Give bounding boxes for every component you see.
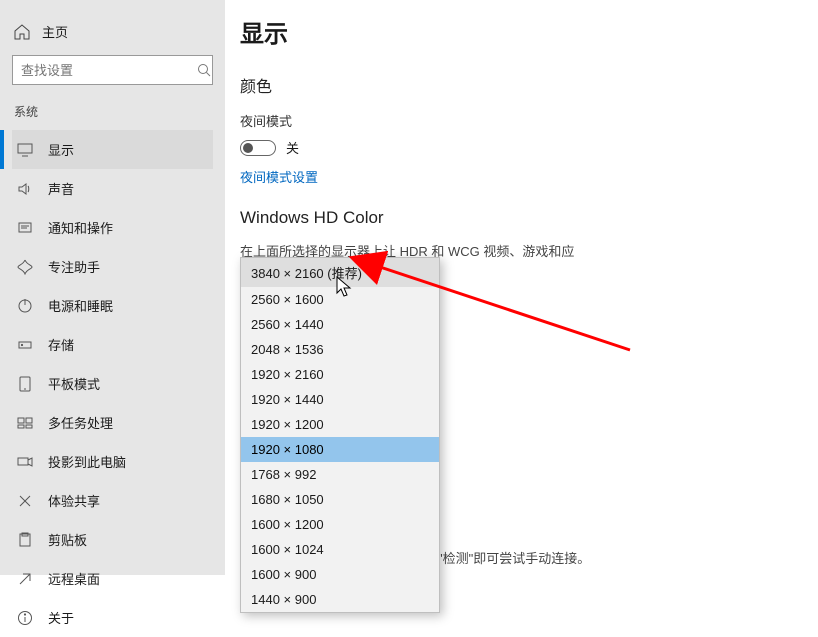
power-icon [16,297,34,315]
color-heading: 颜色 [240,73,810,97]
sidebar-item-monitor[interactable]: 显示 [12,130,213,169]
night-mode-settings-link[interactable]: 夜间模式设置 [240,167,318,186]
sidebar-item-power[interactable]: 电源和睡眠 [12,286,213,325]
sidebar-item-label: 体验共享 [48,491,100,510]
sidebar-item-tablet[interactable]: 平板模式 [12,364,213,403]
focus-icon [16,258,34,276]
resolution-option[interactable]: 2560 × 1600 [241,287,439,312]
night-mode-label: 夜间模式 [240,111,810,130]
resolution-option[interactable]: 2048 × 1536 [241,337,439,362]
multitask-icon [16,414,34,432]
search-settings-box[interactable] [12,55,213,85]
sidebar-item-project[interactable]: 投影到此电脑 [12,442,213,481]
sidebar-item-label: 远程桌面 [48,569,100,588]
detect-hint-text: "检测"即可尝试手动连接。 [438,548,590,567]
sidebar-item-label: 平板模式 [48,374,100,393]
night-mode-state: 关 [286,138,299,157]
tablet-icon [16,375,34,393]
sidebar-item-notify[interactable]: 通知和操作 [12,208,213,247]
sound-icon [16,180,34,198]
resolution-option[interactable]: 1920 × 1080 [241,437,439,462]
clipboard-icon [16,531,34,549]
home-icon [14,24,30,40]
resolution-option[interactable]: 2560 × 1440 [241,312,439,337]
sidebar-item-label: 电源和睡眠 [48,296,113,315]
sidebar-item-label: 专注助手 [48,257,100,276]
resolution-option[interactable]: 1680 × 1050 [241,487,439,512]
notify-icon [16,219,34,237]
search-icon [197,63,211,77]
hdcolor-heading: Windows HD Color [240,208,810,228]
resolution-option[interactable]: 1920 × 2160 [241,362,439,387]
project-icon [16,453,34,471]
sidebar-item-sound[interactable]: 声音 [12,169,213,208]
search-input[interactable] [21,56,197,84]
sidebar-item-clipboard[interactable]: 剪贴板 [12,520,213,559]
sidebar-section-label: 系统 [14,103,213,120]
sidebar-item-label: 存储 [48,335,74,354]
sidebar-item-about[interactable]: 关于 [12,598,213,637]
night-mode-toggle-row: 关 [240,138,810,157]
sidebar-item-multitask[interactable]: 多任务处理 [12,403,213,442]
sidebar-item-label: 通知和操作 [48,218,113,237]
sidebar-item-share[interactable]: 体验共享 [12,481,213,520]
about-icon [16,609,34,627]
sidebar-item-label: 剪贴板 [48,530,87,549]
sidebar-item-storage[interactable]: 存储 [12,325,213,364]
share-icon [16,492,34,510]
sidebar-item-label: 多任务处理 [48,413,113,432]
sidebar-item-label: 显示 [48,140,74,159]
resolution-option[interactable]: 1600 × 1200 [241,512,439,537]
resolution-dropdown[interactable]: 3840 × 2160 (推荐)2560 × 16002560 × 144020… [240,257,440,613]
remote-icon [16,570,34,588]
settings-sidebar: 主页 系统 显示声音通知和操作专注助手电源和睡眠存储平板模式多任务处理投影到此电… [0,0,225,575]
sidebar-item-label: 关于 [48,608,74,627]
resolution-option[interactable]: 1920 × 1440 [241,387,439,412]
monitor-icon [16,141,34,159]
resolution-option[interactable]: 3840 × 2160 (推荐) [241,258,439,287]
night-mode-toggle[interactable] [240,140,276,156]
sidebar-item-focus[interactable]: 专注助手 [12,247,213,286]
resolution-option[interactable]: 1920 × 1200 [241,412,439,437]
sidebar-item-label: 投影到此电脑 [48,452,126,471]
resolution-option[interactable]: 1600 × 1024 [241,537,439,562]
storage-icon [16,336,34,354]
page-title: 显示 [240,14,810,49]
resolution-option[interactable]: 1768 × 992 [241,462,439,487]
home-nav[interactable]: 主页 [12,18,213,55]
resolution-option[interactable]: 1440 × 900 [241,587,439,612]
home-label: 主页 [42,22,68,41]
sidebar-item-label: 声音 [48,179,74,198]
sidebar-item-remote[interactable]: 远程桌面 [12,559,213,598]
sidebar-nav-list: 显示声音通知和操作专注助手电源和睡眠存储平板模式多任务处理投影到此电脑体验共享剪… [12,130,213,637]
